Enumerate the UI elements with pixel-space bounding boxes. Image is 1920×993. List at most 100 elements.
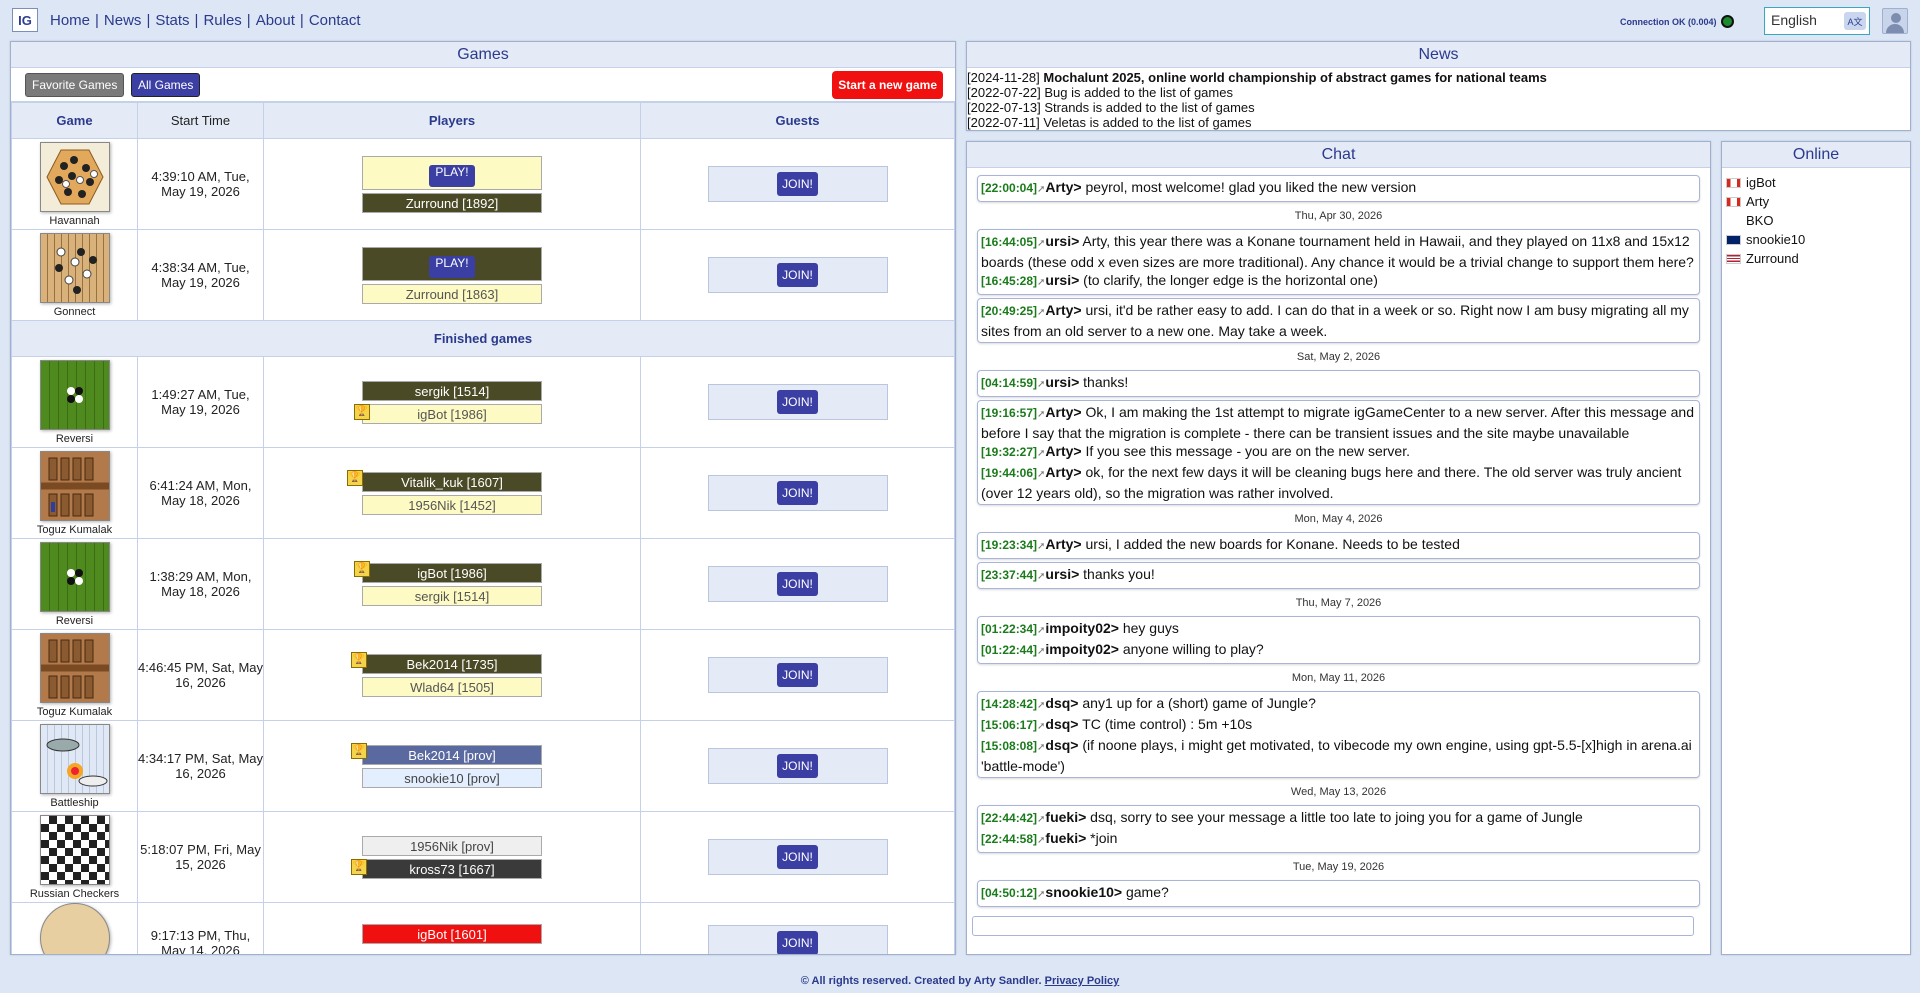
start-new-game-button[interactable]: Start a new game bbox=[832, 71, 943, 99]
nickname[interactable]: Arty> bbox=[1045, 464, 1081, 480]
game-icon[interactable] bbox=[39, 903, 110, 954]
player-name[interactable]: 1956Nik [prov] bbox=[362, 835, 542, 856]
player-name[interactable]: kross73 [1667] bbox=[362, 858, 542, 879]
nickname[interactable]: impoity02> bbox=[1045, 641, 1119, 657]
user-name[interactable]: snookie10 bbox=[1746, 230, 1805, 249]
nickname[interactable]: ursi> bbox=[1045, 566, 1079, 582]
news-item[interactable]: [2022-07-11] Veletas is added to the lis… bbox=[967, 115, 1910, 130]
nickname[interactable]: Arty> bbox=[1045, 302, 1081, 318]
translate-icon[interactable]: A文 bbox=[1844, 12, 1866, 30]
online-user[interactable]: Arty bbox=[1726, 192, 1906, 211]
play-button[interactable]: PLAY! bbox=[429, 164, 475, 187]
nickname[interactable]: ursi> bbox=[1045, 374, 1079, 390]
nickname[interactable]: ursi> bbox=[1045, 233, 1079, 249]
player-name[interactable]: Bek2014 [1735] bbox=[362, 653, 542, 674]
online-user[interactable]: Zurround bbox=[1726, 249, 1906, 268]
join-button[interactable]: JOIN! bbox=[777, 481, 818, 505]
nickname[interactable]: dsq> bbox=[1045, 716, 1078, 732]
chat-date: Sat, May 2, 2026 bbox=[1296, 351, 1381, 363]
table-row[interactable]: Battleship 4:34:17 PM, Sat, May 16, 2026… bbox=[11, 720, 955, 812]
join-button[interactable]: JOIN! bbox=[777, 931, 818, 954]
player-name[interactable]: igBot [1986] bbox=[362, 403, 542, 424]
online-user[interactable]: BKO bbox=[1726, 211, 1906, 230]
nav-news[interactable]: News bbox=[104, 12, 142, 29]
nickname[interactable]: Arty> bbox=[1045, 404, 1081, 420]
trophy-icon: 🏆 bbox=[351, 652, 367, 668]
player-name[interactable]: igBot [1601] bbox=[362, 924, 542, 944]
news-item[interactable]: [2022-07-13] Strands is added to the lis… bbox=[967, 100, 1910, 115]
join-button[interactable]: JOIN! bbox=[777, 845, 818, 869]
toguz-kumalak-icon[interactable] bbox=[39, 632, 110, 703]
join-button[interactable]: JOIN! bbox=[777, 263, 818, 287]
join-button[interactable]: JOIN! bbox=[777, 572, 818, 596]
user-avatar-icon[interactable] bbox=[1882, 8, 1908, 34]
news-item[interactable]: [2022-07-22] Bug is added to the list of… bbox=[967, 85, 1910, 100]
user-name[interactable]: igBot bbox=[1746, 173, 1776, 192]
table-row[interactable]: Toguz Kumalak 4:46:45 PM, Sat, May 16, 2… bbox=[11, 629, 955, 721]
nickname[interactable]: snookie10> bbox=[1045, 884, 1122, 900]
nickname[interactable]: impoity02> bbox=[1045, 620, 1119, 636]
online-user[interactable]: snookie10 bbox=[1726, 230, 1906, 249]
nav-stats[interactable]: Stats bbox=[155, 12, 189, 29]
news-item[interactable]: [2024-11-28] Mochalunt 2025, online worl… bbox=[967, 70, 1910, 85]
message-text: dsq, sorry to see your message a little … bbox=[1090, 809, 1583, 825]
player-name[interactable]: Vitalik_kuk [1607] bbox=[362, 471, 542, 492]
play-button[interactable]: PLAY! bbox=[429, 255, 475, 278]
player-name[interactable]: Zurround [1863] bbox=[362, 283, 542, 304]
table-row[interactable]: Gonnect 4:38:34 AM, Tue, May 19, 2026 PL… bbox=[11, 229, 955, 321]
nickname[interactable]: dsq> bbox=[1045, 695, 1078, 711]
toguz-kumalak-icon[interactable] bbox=[39, 450, 110, 521]
player-name[interactable]: 1956Nik [1452] bbox=[362, 494, 542, 515]
site-logo[interactable]: IG bbox=[12, 8, 38, 32]
battleship-icon[interactable] bbox=[39, 723, 110, 794]
gonnect-icon[interactable] bbox=[39, 232, 110, 303]
news-text[interactable]: Veletas is added to the list of games bbox=[1043, 115, 1251, 130]
table-row[interactable]: 9:17:13 PM, Thu, May 14, 2026 igBot [160… bbox=[11, 902, 955, 954]
all-games-button[interactable]: All Games bbox=[131, 73, 201, 97]
player-name[interactable]: Wlad64 [1505] bbox=[362, 676, 542, 697]
table-row[interactable]: Toguz Kumalak 6:41:24 AM, Mon, May 18, 2… bbox=[11, 447, 955, 539]
player-name[interactable]: Zurround [1892] bbox=[362, 192, 542, 213]
reversi-icon[interactable] bbox=[39, 359, 110, 430]
reversi-icon[interactable] bbox=[39, 541, 110, 612]
nav-about[interactable]: About bbox=[256, 12, 295, 29]
chat-input[interactable] bbox=[972, 916, 1694, 936]
news-text[interactable]: Strands is added to the list of games bbox=[1044, 100, 1254, 115]
online-user[interactable]: igBot bbox=[1726, 173, 1906, 192]
join-button[interactable]: JOIN! bbox=[777, 754, 818, 778]
nickname[interactable]: Arty> bbox=[1045, 536, 1081, 552]
havannah-icon[interactable] bbox=[39, 141, 110, 212]
russian-checkers-icon[interactable] bbox=[39, 814, 110, 885]
join-button[interactable]: JOIN! bbox=[777, 390, 818, 414]
join-button[interactable]: JOIN! bbox=[777, 172, 818, 196]
table-row[interactable]: Reversi 1:49:27 AM, Tue, May 19, 2026 🏆 … bbox=[11, 356, 955, 448]
user-name[interactable]: BKO bbox=[1746, 211, 1773, 230]
user-name[interactable]: Zurround bbox=[1746, 249, 1799, 268]
privacy-policy-link[interactable]: Privacy Policy bbox=[1045, 975, 1120, 987]
nav-contact[interactable]: Contact bbox=[309, 12, 361, 29]
timestamp: [19:23:34] bbox=[981, 538, 1038, 552]
nickname[interactable]: dsq> bbox=[1045, 737, 1078, 753]
player-name[interactable]: snookie10 [prov] bbox=[362, 767, 542, 788]
player-name[interactable]: Bek2014 [prov] bbox=[362, 744, 542, 765]
nickname[interactable]: fueki> bbox=[1045, 830, 1086, 846]
player-name[interactable]: sergik [1514] bbox=[362, 380, 542, 401]
news-text[interactable]: Mochalunt 2025, online world championshi… bbox=[1043, 70, 1546, 85]
nickname[interactable]: fueki> bbox=[1045, 809, 1086, 825]
news-text[interactable]: Bug is added to the list of games bbox=[1044, 85, 1233, 100]
player-name[interactable]: igBot [1986] bbox=[362, 562, 542, 583]
table-row[interactable]: Reversi 1:38:29 AM, Mon, May 18, 2026 🏆 … bbox=[11, 538, 955, 630]
nickname[interactable]: Arty> bbox=[1045, 443, 1081, 459]
language-select[interactable]: English A文 bbox=[1764, 7, 1870, 35]
table-row[interactable]: Havannah 4:39:10 AM, Tue, May 19, 2026 P… bbox=[11, 138, 955, 230]
user-name[interactable]: Arty bbox=[1746, 192, 1769, 211]
timestamp: [04:50:12] bbox=[981, 886, 1038, 900]
nickname[interactable]: Arty> bbox=[1045, 179, 1081, 195]
nickname[interactable]: ursi> bbox=[1045, 272, 1079, 288]
favorite-games-button[interactable]: Favorite Games bbox=[25, 73, 125, 97]
table-row[interactable]: Russian Checkers 5:18:07 PM, Fri, May 15… bbox=[11, 811, 955, 903]
join-button[interactable]: JOIN! bbox=[777, 663, 818, 687]
nav-home[interactable]: Home bbox=[50, 12, 90, 29]
nav-rules[interactable]: Rules bbox=[203, 12, 241, 29]
player-name[interactable]: sergik [1514] bbox=[362, 585, 542, 606]
